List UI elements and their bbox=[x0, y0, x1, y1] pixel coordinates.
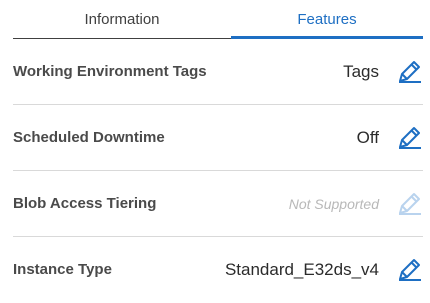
features-list: Working Environment Tags Tags Scheduled … bbox=[13, 39, 423, 303]
edit-tags-button[interactable] bbox=[395, 58, 423, 86]
feature-label: Scheduled Downtime bbox=[13, 129, 165, 146]
edit-scheduled-downtime-button[interactable] bbox=[395, 124, 423, 152]
feature-row-working-environment-tags: Working Environment Tags Tags bbox=[13, 39, 423, 105]
tab-bar: Information Features bbox=[13, 0, 423, 39]
feature-label: Working Environment Tags bbox=[13, 63, 207, 80]
pencil-edit-icon bbox=[399, 61, 421, 83]
edit-instance-type-button[interactable] bbox=[395, 256, 423, 284]
feature-row-instance-type: Instance Type Standard_E32ds_v4 bbox=[13, 237, 423, 303]
edit-blob-access-tiering-button bbox=[395, 190, 423, 218]
feature-value: Tags bbox=[343, 62, 379, 81]
tab-features[interactable]: Features bbox=[231, 0, 423, 39]
feature-row-scheduled-downtime: Scheduled Downtime Off bbox=[13, 105, 423, 171]
feature-label: Blob Access Tiering bbox=[13, 195, 157, 212]
feature-value: Not Supported bbox=[288, 196, 379, 212]
pencil-edit-icon bbox=[399, 193, 421, 215]
pencil-edit-icon bbox=[399, 259, 421, 281]
feature-row-blob-access-tiering: Blob Access Tiering Not Supported bbox=[13, 171, 423, 237]
pencil-edit-icon bbox=[399, 127, 421, 149]
feature-value: Standard_E32ds_v4 bbox=[224, 260, 379, 279]
feature-label: Instance Type bbox=[13, 261, 112, 278]
feature-value: Off bbox=[356, 128, 379, 147]
tab-information[interactable]: Information bbox=[13, 0, 231, 39]
